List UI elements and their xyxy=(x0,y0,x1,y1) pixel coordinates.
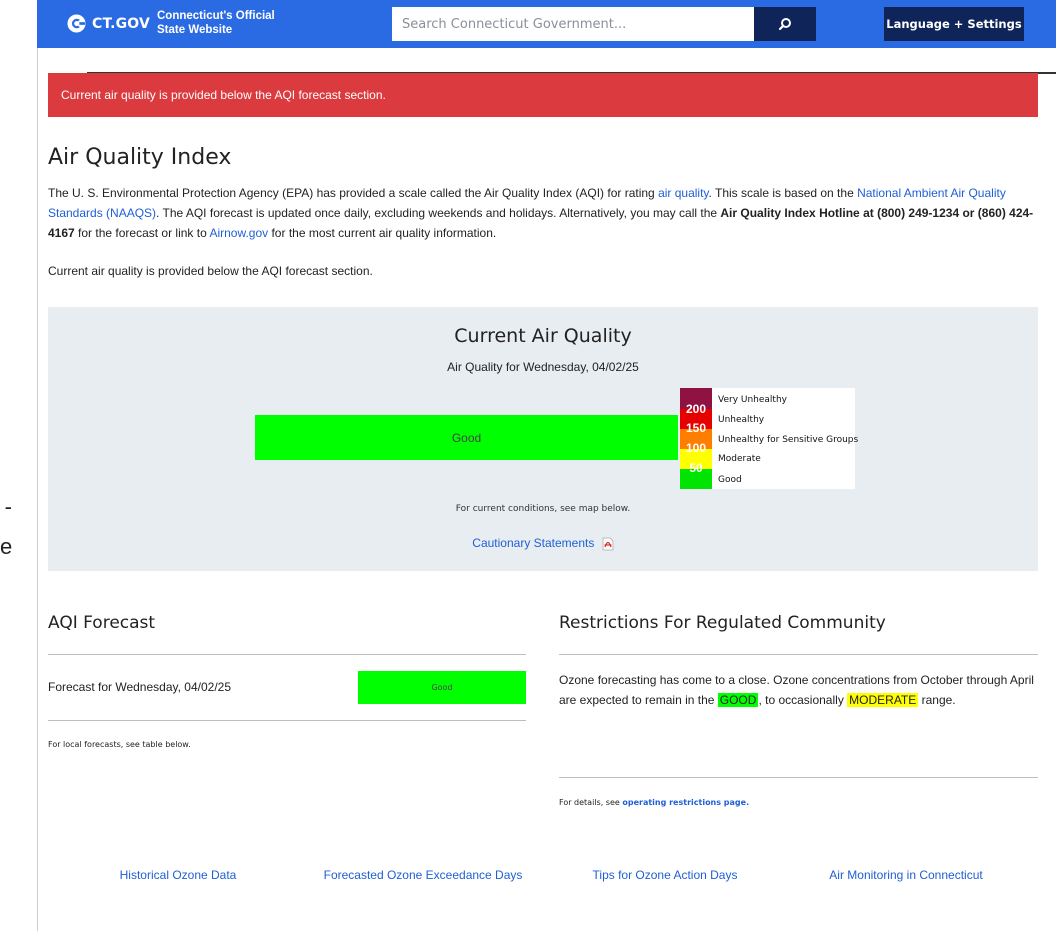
legend-sensitive-groups: Unhealthy for Sensitive Groups xyxy=(718,435,859,445)
restrictions-text-2: , to occasionally xyxy=(758,693,848,707)
site-header: CT.GOV Connecticut's Official State Webs… xyxy=(37,0,1056,48)
search-input[interactable] xyxy=(392,7,754,41)
intro-text-3: . The AQI forecast is updated once daily… xyxy=(156,206,721,220)
ct-logo-icon xyxy=(67,14,86,33)
restrictions-rule-top xyxy=(559,654,1038,655)
ozone-action-tips-link[interactable]: Tips for Ozone Action Days xyxy=(570,866,760,885)
search-button[interactable] xyxy=(754,7,816,41)
scale-number-100: 100 xyxy=(685,441,707,455)
intro-text-4: for the forecast or link to xyxy=(74,226,210,240)
details-note: For details, see operating restrictions … xyxy=(559,798,749,807)
forecast-label: Forecast for Wednesday, 04/02/25 xyxy=(48,680,231,694)
air-monitoring-link[interactable]: Air Monitoring in Connecticut xyxy=(806,866,1006,885)
scale-number-50: 50 xyxy=(689,461,703,475)
legend-good: Good xyxy=(718,475,742,485)
forecast-rule-bottom xyxy=(48,720,526,721)
cautionary-statements: Cautionary Statements xyxy=(48,536,1038,551)
page-title: Air Quality Index xyxy=(48,145,232,170)
intro-text-5: for the most current air quality informa… xyxy=(268,226,497,240)
current-note: Current air quality is provided below th… xyxy=(48,264,373,278)
current-air-quality-title: Current Air Quality xyxy=(454,325,632,347)
scale-number-200: 200 xyxy=(685,402,707,416)
forecast-status-bar: Good xyxy=(358,671,526,704)
tagline-line-1: Connecticut's Official xyxy=(157,10,275,22)
forecasted-exceedance-link[interactable]: Forecasted Ozone Exceedance Days xyxy=(318,866,528,885)
scale-number-150: 150 xyxy=(685,421,707,435)
alert-banner: Current air quality is provided below th… xyxy=(48,73,1038,117)
ct-gov-logo[interactable]: CT.GOV xyxy=(67,14,150,33)
intro-text-2: . This scale is based on the xyxy=(708,186,858,200)
brand-tagline: Connecticut's Official State Website xyxy=(157,9,275,37)
alert-text: Current air quality is provided below th… xyxy=(61,88,386,102)
forecast-rule-top xyxy=(48,654,526,655)
airnow-link[interactable]: Airnow.gov xyxy=(209,226,268,240)
language-settings-button[interactable]: Language + Settings xyxy=(884,7,1024,41)
operating-restrictions-link[interactable]: operating restrictions page. xyxy=(622,798,749,807)
restrictions-text-3: range. xyxy=(918,693,956,707)
local-forecast-note: For local forecasts, see table below. xyxy=(48,740,191,749)
current-air-quality-panel: Current Air Quality Air Quality for Wedn… xyxy=(48,307,1038,571)
current-conditions-note: For current conditions, see map below. xyxy=(455,504,631,514)
restrictions-rule-bottom xyxy=(559,777,1038,778)
aqi-legend: 200 150 100 50 Very Unhealthy Unhealthy … xyxy=(680,388,859,489)
tagline-line-2: State Website xyxy=(157,24,233,36)
good-highlight: GOOD xyxy=(717,693,759,707)
intro-paragraph: The U. S. Environmental Protection Agenc… xyxy=(48,183,1043,243)
details-prefix: For details, see xyxy=(559,798,623,807)
offscreen-fragment: -e xyxy=(0,494,12,559)
search-icon xyxy=(778,18,791,31)
moderate-highlight: MODERATE xyxy=(847,693,919,707)
restrictions-text: Ozone forecasting has come to a close. O… xyxy=(559,670,1044,710)
current-aqi-status-bar: Good xyxy=(255,415,678,460)
pdf-icon[interactable] xyxy=(602,537,614,551)
aqi-forecast-title: AQI Forecast xyxy=(48,613,156,633)
legend-very-unhealthy: Very Unhealthy xyxy=(718,395,787,405)
air-quality-link[interactable]: air quality xyxy=(658,186,708,200)
legend-moderate: Moderate xyxy=(718,454,761,464)
page-divider xyxy=(37,48,38,931)
intro-text-1: The U. S. Environmental Protection Agenc… xyxy=(48,186,659,200)
current-air-quality-date: Air Quality for Wednesday, 04/02/25 xyxy=(447,360,639,374)
restrictions-title: Restrictions For Regulated Community xyxy=(559,613,886,633)
historical-ozone-data-link[interactable]: Historical Ozone Data xyxy=(98,866,258,885)
brand-name: CT.GOV xyxy=(92,15,151,32)
legend-unhealthy: Unhealthy xyxy=(718,415,765,425)
cautionary-statements-link[interactable]: Cautionary Statements xyxy=(472,536,594,550)
